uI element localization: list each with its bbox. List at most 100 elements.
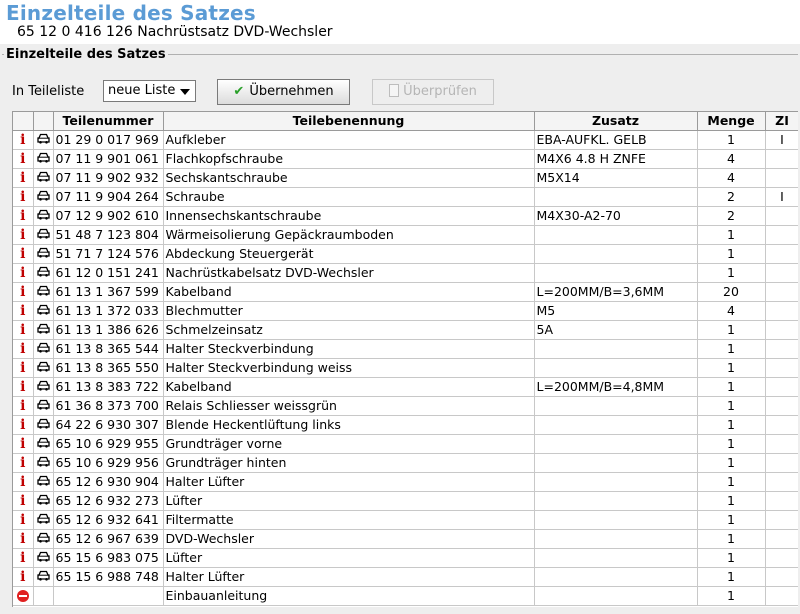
car-icon[interactable] (36, 246, 50, 261)
col-header-info[interactable] (13, 112, 34, 131)
vehicle-cell[interactable] (33, 263, 54, 283)
car-icon[interactable] (36, 341, 50, 356)
info-icon[interactable]: i (20, 170, 25, 186)
vehicle-cell[interactable] (33, 301, 54, 321)
no-entry-icon-cell[interactable] (13, 586, 34, 606)
car-icon[interactable] (36, 151, 50, 166)
info-icon[interactable]: i (20, 322, 25, 338)
info-icon[interactable]: i (20, 360, 25, 376)
info-icon-cell[interactable]: i (13, 282, 34, 302)
info-icon-cell[interactable]: i (13, 415, 34, 435)
table-row[interactable]: i 65 15 6 988 748 Halter Lüfter 1 (13, 567, 798, 587)
info-icon-cell[interactable]: i (13, 491, 34, 511)
info-icon[interactable]: i (20, 227, 25, 243)
info-icon[interactable]: i (20, 379, 25, 395)
info-icon-cell[interactable]: i (13, 358, 34, 378)
car-icon[interactable] (36, 322, 50, 337)
vehicle-cell[interactable] (33, 415, 54, 435)
info-icon-cell[interactable]: i (13, 320, 34, 340)
info-icon-cell[interactable]: i (13, 396, 34, 416)
vehicle-cell[interactable] (33, 377, 54, 397)
car-icon[interactable] (36, 360, 50, 375)
info-icon-cell[interactable]: i (13, 567, 34, 587)
info-icon-cell[interactable]: i (13, 244, 34, 264)
info-icon[interactable]: i (20, 398, 25, 414)
car-icon[interactable] (36, 531, 50, 546)
car-icon[interactable] (36, 474, 50, 489)
info-icon-cell[interactable]: i (13, 434, 34, 454)
info-icon[interactable]: i (20, 474, 25, 490)
vehicle-cell[interactable] (33, 320, 54, 340)
table-row[interactable]: i 65 12 6 930 904 Halter Lüfter 1 (13, 472, 798, 492)
info-icon[interactable]: i (20, 493, 25, 509)
table-row[interactable]: i 51 71 7 124 576 Abdeckung Steuergerät 1 (13, 244, 798, 264)
car-icon[interactable] (36, 455, 50, 470)
info-icon[interactable]: i (20, 265, 25, 281)
vehicle-cell[interactable] (33, 187, 54, 207)
info-icon[interactable]: i (20, 132, 25, 148)
info-icon[interactable]: i (20, 189, 25, 205)
car-icon[interactable] (36, 284, 50, 299)
info-icon[interactable]: i (20, 550, 25, 566)
info-icon-cell[interactable]: i (13, 453, 34, 473)
info-icon-cell[interactable]: i (13, 377, 34, 397)
car-icon[interactable] (36, 208, 50, 223)
info-icon[interactable]: i (20, 284, 25, 300)
car-icon[interactable] (36, 132, 50, 147)
car-icon[interactable] (36, 569, 50, 584)
table-row[interactable]: i 07 12 9 902 610 Innensechskantschraube M4… (13, 206, 798, 226)
vehicle-cell[interactable] (33, 548, 54, 568)
vehicle-cell[interactable] (33, 206, 54, 226)
col-header-zusatz[interactable]: Zusatz (534, 112, 698, 131)
vehicle-cell[interactable] (33, 510, 54, 530)
info-icon[interactable]: i (20, 341, 25, 357)
info-icon-cell[interactable]: i (13, 339, 34, 359)
info-icon[interactable]: i (20, 246, 25, 262)
col-header-vehicle[interactable] (33, 112, 54, 131)
vehicle-cell[interactable] (33, 339, 54, 359)
teileliste-dropdown[interactable]: neue Liste (103, 80, 196, 102)
table-row[interactable]: i 65 12 6 967 639 DVD-Wechsler 1 (13, 529, 798, 549)
info-icon[interactable]: i (20, 455, 25, 471)
info-icon-cell[interactable]: i (13, 187, 34, 207)
car-icon[interactable] (36, 227, 50, 242)
vehicle-cell[interactable] (33, 244, 54, 264)
vehicle-cell[interactable] (33, 529, 54, 549)
info-icon[interactable]: i (20, 303, 25, 319)
info-icon-cell[interactable]: i (13, 168, 34, 188)
table-row[interactable]: i 61 13 1 372 033 Blechmutter M5 4 (13, 301, 798, 321)
car-icon[interactable] (36, 436, 50, 451)
table-row[interactable]: i 07 11 9 904 264 Schraube 2 I (13, 187, 798, 207)
table-row[interactable]: i 51 48 7 123 804 Wärmeisolierung Gepäckra… (13, 225, 798, 245)
vehicle-cell[interactable] (33, 434, 54, 454)
ueberpruefen-button[interactable]: Überprüfen (372, 79, 494, 105)
col-header-teilenummer[interactable]: Teilenummer (53, 112, 164, 131)
table-row[interactable]: Einbauanleitung 1 (13, 586, 798, 606)
car-icon[interactable] (36, 189, 50, 204)
table-row[interactable]: i 61 13 8 365 550 Halter Steckverbindung w… (13, 358, 798, 378)
table-row[interactable]: i 61 13 8 383 722 Kabelband L=200MM/B=4,8MM… (13, 377, 798, 397)
info-icon-cell[interactable]: i (13, 263, 34, 283)
table-row[interactable]: i 61 12 0 151 241 Nachrüstkabelsatz DVD-We… (13, 263, 798, 283)
info-icon[interactable]: i (20, 417, 25, 433)
table-row[interactable]: i 61 13 8 365 544 Halter Steckverbindung 1 (13, 339, 798, 359)
info-icon-cell[interactable]: i (13, 529, 34, 549)
vehicle-cell[interactable] (33, 225, 54, 245)
info-icon-cell[interactable]: i (13, 225, 34, 245)
info-icon[interactable]: i (20, 531, 25, 547)
info-icon-cell[interactable]: i (13, 548, 34, 568)
col-header-teilebenennung[interactable]: Teilebenennung (163, 112, 535, 131)
car-icon[interactable] (36, 170, 50, 185)
info-icon-cell[interactable]: i (13, 301, 34, 321)
car-icon[interactable] (36, 417, 50, 432)
info-icon-cell[interactable]: i (13, 510, 34, 530)
car-icon[interactable] (36, 398, 50, 413)
vehicle-cell[interactable] (33, 282, 54, 302)
info-icon-cell[interactable]: i (13, 206, 34, 226)
car-icon[interactable] (36, 265, 50, 280)
vehicle-cell[interactable] (33, 453, 54, 473)
info-icon-cell[interactable]: i (13, 472, 34, 492)
info-icon[interactable]: i (20, 151, 25, 167)
table-row[interactable]: i 07 11 9 902 932 Sechskantschraube M5X14 4 (13, 168, 798, 188)
info-icon-cell[interactable]: i (13, 149, 34, 169)
